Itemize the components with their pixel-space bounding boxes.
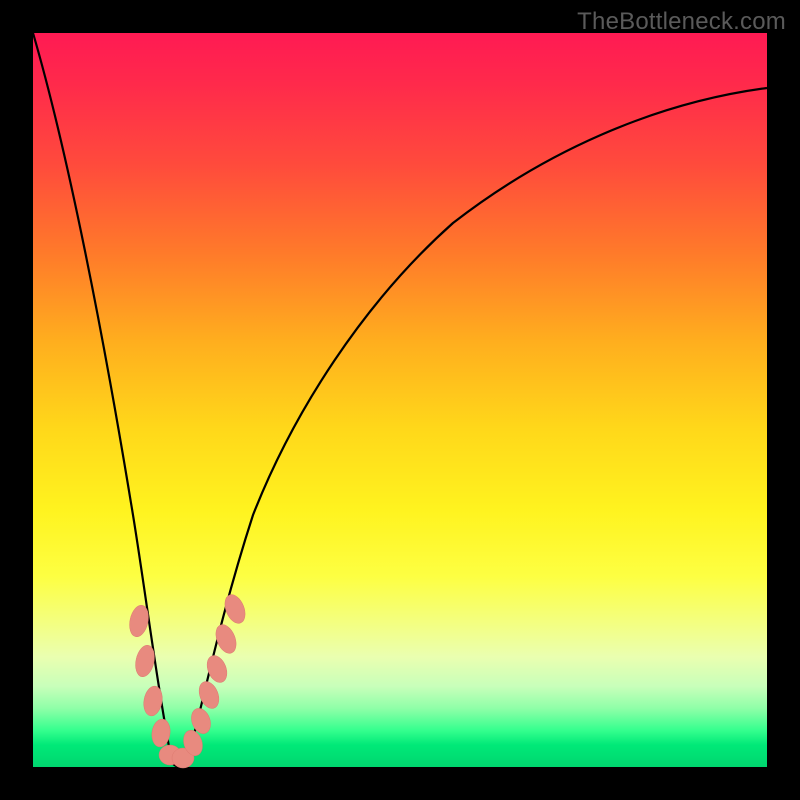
- marker: [142, 685, 165, 718]
- chart-svg: [33, 33, 767, 767]
- chart-frame: TheBottleneck.com: [0, 0, 800, 800]
- marker: [212, 622, 240, 657]
- marker: [195, 679, 222, 712]
- plot-area: [33, 33, 767, 767]
- watermark-text: TheBottleneck.com: [577, 8, 786, 36]
- recommendation-markers: [127, 592, 249, 768]
